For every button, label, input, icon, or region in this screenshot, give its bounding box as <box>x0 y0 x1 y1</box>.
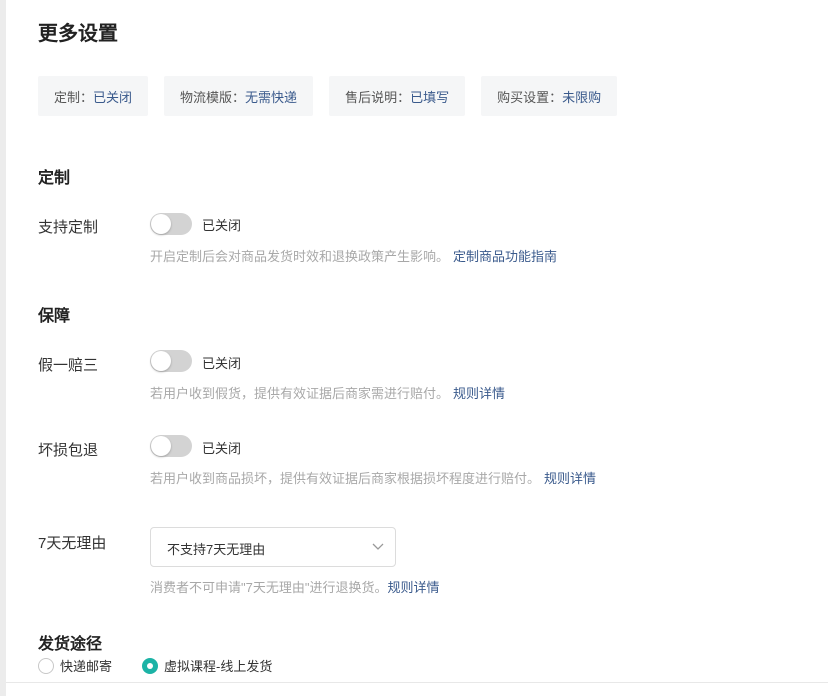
custom-toggle-state: 已关闭 <box>202 218 242 233</box>
damage-hint: 若用户收到商品损坏，提供有效证据后商家根据损坏程度进行赔付。 规则详情 <box>150 468 596 487</box>
chip-label: 定制： <box>54 89 94 105</box>
damage-label: 坏损包退 <box>38 442 99 459</box>
chip-value: 无需快递 <box>245 89 298 105</box>
left-rail <box>0 0 6 696</box>
section-title-custom: 定制 <box>38 170 71 187</box>
fake-hint-text: 若用户收到假货，提供有效证据后商家需进行赔付。 <box>150 386 450 401</box>
seven-day-select[interactable]: 不支持7天无理由 <box>150 527 396 567</box>
seven-day-selected: 不支持7天无理由 <box>167 542 266 557</box>
radio-virtual-course-label: 虚拟课程-线上发货 <box>164 659 273 674</box>
fake-hint: 若用户收到假货，提供有效证据后商家需进行赔付。 规则详情 <box>150 383 505 402</box>
chip-label: 购买设置： <box>497 89 563 105</box>
custom-guide-link[interactable]: 定制商品功能指南 <box>453 249 557 264</box>
chip-custom[interactable]: 定制： 已关闭 <box>38 76 149 116</box>
seven-day-label: 7天无理由 <box>38 535 107 552</box>
custom-hint: 开启定制后会对商品发货时效和退换政策产生影响。 定制商品功能指南 <box>150 246 557 265</box>
damage-hint-text: 若用户收到商品损坏，提供有效证据后商家根据损坏程度进行赔付。 <box>150 471 541 486</box>
fake-toggle-state: 已关闭 <box>202 356 242 371</box>
divider <box>6 682 828 683</box>
chip-value: 已填写 <box>410 89 450 105</box>
toggle-knob <box>151 351 171 371</box>
seven-day-rule-link[interactable]: 规则详情 <box>387 580 439 595</box>
chip-value: 已关闭 <box>93 89 133 105</box>
custom-toggle[interactable] <box>150 213 192 235</box>
radio-express[interactable] <box>38 657 54 674</box>
damage-toggle[interactable] <box>150 435 192 457</box>
chip-logistics[interactable]: 物流模版： 无需快递 <box>164 76 314 116</box>
delivery-options: 快递邮寄 虚拟课程-线上发货 <box>38 656 302 675</box>
chip-value: 未限购 <box>562 89 602 105</box>
custom-hint-text: 开启定制后会对商品发货时效和退换政策产生影响。 <box>150 249 450 264</box>
seven-day-hint-text: 消费者不可申请"7天无理由"进行退换货。 <box>150 580 388 595</box>
custom-label: 支持定制 <box>38 219 99 236</box>
radio-express-label: 快递邮寄 <box>60 659 113 674</box>
chip-label: 物流模版： <box>180 89 246 105</box>
chip-label: 售后说明： <box>345 89 411 105</box>
fake-label: 假一赔三 <box>38 357 99 374</box>
section-title-guarantee: 保障 <box>38 308 71 325</box>
chevron-down-icon <box>372 543 384 550</box>
chip-purchase[interactable]: 购买设置： 未限购 <box>481 76 618 116</box>
section-title-delivery: 发货途径 <box>38 636 103 653</box>
chip-after-sales[interactable]: 售后说明： 已填写 <box>329 76 466 116</box>
seven-day-hint: 消费者不可申请"7天无理由"进行退换货。规则详情 <box>150 577 439 596</box>
fake-rule-link[interactable]: 规则详情 <box>453 386 505 401</box>
damage-toggle-state: 已关闭 <box>202 441 242 456</box>
toggle-knob <box>151 214 171 234</box>
toggle-knob <box>151 436 171 456</box>
radio-virtual-course[interactable] <box>142 657 159 674</box>
page-title: 更多设置 <box>38 23 118 45</box>
fake-toggle[interactable] <box>150 350 192 372</box>
damage-rule-link[interactable]: 规则详情 <box>544 471 596 486</box>
summary-chips: 定制： 已关闭 物流模版： 无需快递 售后说明： 已填写 购买设置： 未限购 <box>38 76 618 116</box>
